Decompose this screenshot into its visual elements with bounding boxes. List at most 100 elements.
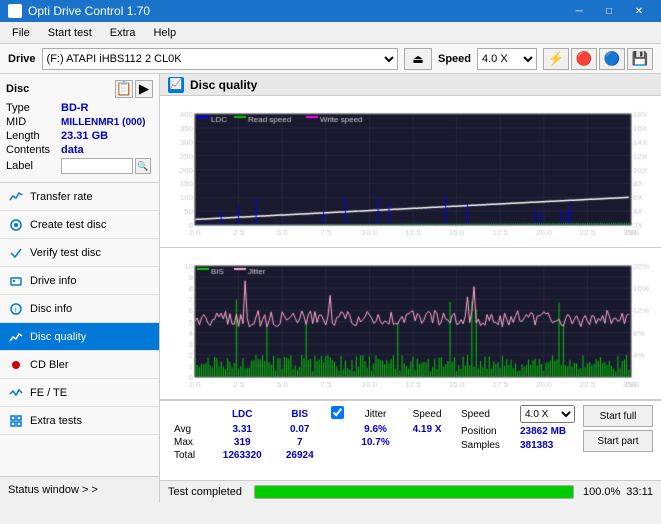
title-bar: Opti Drive Control 1.70 ─ □ ✕ [0,0,661,22]
jitter-checkbox[interactable] [331,406,344,419]
bottom-chart-container [160,248,661,400]
position-label: Position [461,426,516,437]
stats-total-row: Total 1263320 26924 [168,449,453,462]
eject-button[interactable]: ⏏ [404,48,432,70]
transfer-rate-icon [8,189,24,205]
disc-quality-title: Disc quality [190,78,257,92]
sidebar: Disc 📋 ▶ Type BD-R MID MILLENMR1 (000) L… [0,74,160,502]
status-window-btn[interactable]: Status window > > [0,476,159,502]
disc-length-value: 23.31 GB [61,130,108,142]
disc-quality-icon-header: 📈 [168,77,184,93]
avg-bis: 0.07 [275,423,325,436]
avg-speed: 4.19 X [401,423,453,436]
drive-select[interactable]: (F:) ATAPI iHBS112 2 CL0K [42,48,398,70]
svg-text:i: i [15,307,17,314]
nav-item-cd-bler-label: CD Bler [30,359,69,371]
sidebar-item-cd-bler[interactable]: CD Bler [0,351,159,379]
cd-bler-icon [8,357,24,373]
disc-type-value: BD-R [61,102,89,114]
col-jitter: Jitter [350,405,401,423]
stats-table: LDC BIS Jitter Speed Avg 3.31 [168,405,453,476]
disc-contents-label: Contents [6,144,61,156]
disc-label-label: Label [6,160,61,172]
menu-start-test[interactable]: Start test [40,23,100,43]
app-icon [8,4,22,18]
sidebar-item-fe-te[interactable]: FE / TE [0,379,159,407]
col-speed: Speed [401,405,453,423]
drive-icon-btn-1[interactable]: ⚡ [543,48,569,70]
drive-bar: Drive (F:) ATAPI iHBS112 2 CL0K ⏏ Speed … [0,44,661,74]
samples-value: 381383 [520,440,553,451]
menu-bar: File Start test Extra Help [0,22,661,44]
start-part-button[interactable]: Start part [583,430,653,452]
nav-item-extra-tests-label: Extra tests [30,415,82,427]
disc-title: Disc [6,83,29,95]
nav-item-disc-info-label: Disc info [30,303,72,315]
nav-item-transfer-rate-label: Transfer rate [30,191,93,203]
max-jitter: 10.7% [350,436,401,449]
close-button[interactable]: ✕ [625,2,653,20]
time-text: 33:11 [626,486,653,498]
maximize-button[interactable]: □ [595,2,623,20]
action-buttons: Start full Start part [583,405,653,476]
top-chart-container [160,96,661,248]
disc-mid-value: MILLENMR1 (000) [61,117,145,128]
disc-section: Disc 📋 ▶ Type BD-R MID MILLENMR1 (000) L… [0,74,159,183]
total-label: Total [168,449,210,462]
menu-extra[interactable]: Extra [102,23,144,43]
col-bis: BIS [275,405,325,423]
sidebar-item-drive-info[interactable]: Drive info [0,267,159,295]
progress-fill [255,486,573,498]
main-layout: Disc 📋 ▶ Type BD-R MID MILLENMR1 (000) L… [0,74,661,502]
sidebar-item-extra-tests[interactable]: Extra tests [0,407,159,435]
disc-quality-header: 📈 Disc quality [160,74,661,96]
create-test-disc-icon [8,217,24,233]
avg-jitter: 9.6% [350,423,401,436]
minimize-button[interactable]: ─ [565,2,593,20]
drive-icon-btn-3[interactable]: 🔵 [599,48,625,70]
max-label: Max [168,436,210,449]
stats-avg-row: Avg 3.31 0.07 9.6% 4.19 X [168,423,453,436]
position-value: 23862 MB [520,426,566,437]
drive-icon-btn-2[interactable]: 🔴 [571,48,597,70]
disc-label-btn[interactable]: 🔍 [135,158,151,174]
max-ldc: 319 [210,436,275,449]
nav-item-drive-info-label: Drive info [30,275,76,287]
progress-bar-row: Test completed 100.0% 33:11 [160,480,661,502]
verify-test-disc-icon [8,245,24,261]
speed-select[interactable]: 4.0 X [477,48,537,70]
stats-bar: LDC BIS Jitter Speed Avg 3.31 [160,400,661,480]
app-title: Opti Drive Control 1.70 [28,4,150,18]
start-full-button[interactable]: Start full [583,405,653,427]
extra-tests-icon [8,413,24,429]
progress-percentage: 100.0% [580,486,620,498]
avg-label: Avg [168,423,210,436]
total-bis: 26924 [275,449,325,462]
sidebar-item-disc-quality[interactable]: Disc quality [0,323,159,351]
sidebar-item-transfer-rate[interactable]: Transfer rate [0,183,159,211]
nav-item-verify-test-disc-label: Verify test disc [30,247,101,259]
disc-icon-1[interactable]: 📋 [115,80,133,98]
disc-icon-2[interactable]: ▶ [135,80,153,98]
sidebar-item-verify-test-disc[interactable]: Verify test disc [0,239,159,267]
disc-contents-value: data [61,144,84,156]
charts-area [160,96,661,400]
right-stats: Speed 4.0 X Position 23862 MB Samples 38… [461,405,575,476]
disc-length-label: Length [6,130,61,142]
nav-item-fe-te-label: FE / TE [30,387,67,399]
nav-items: Transfer rate Create test disc Verify te… [0,183,159,476]
menu-file[interactable]: File [4,23,38,43]
speed-right-label: Speed [461,409,516,420]
speed-right-select[interactable]: 4.0 X [520,405,575,423]
disc-mid-label: MID [6,116,61,128]
sidebar-item-disc-info[interactable]: i Disc info [0,295,159,323]
nav-item-disc-quality-label: Disc quality [30,331,86,343]
nav-item-create-test-disc-label: Create test disc [30,219,106,231]
drive-icon-btn-4[interactable]: 💾 [627,48,653,70]
menu-help[interactable]: Help [145,23,184,43]
disc-label-input[interactable] [61,158,133,174]
bottom-chart-canvas [160,248,661,399]
total-ldc: 1263320 [210,449,275,462]
drive-info-icon [8,273,24,289]
sidebar-item-create-test-disc[interactable]: Create test disc [0,211,159,239]
